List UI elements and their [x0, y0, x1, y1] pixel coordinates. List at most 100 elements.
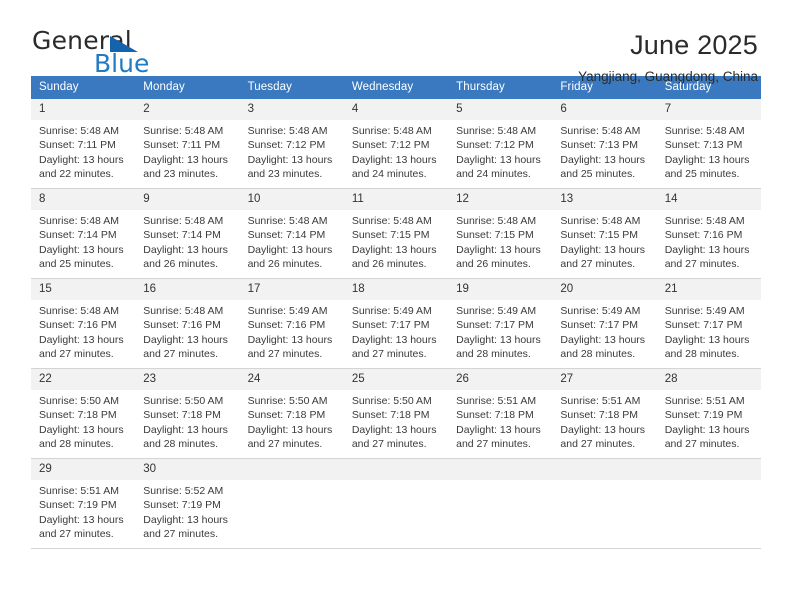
- day-number: 23: [135, 369, 240, 391]
- sunrise-time: Sunrise: 5:48 AM: [143, 125, 224, 138]
- daylight-duration-line-1: Daylight: 13 hours: [247, 243, 333, 256]
- daylight-duration-line-2: and 27 minutes.: [143, 527, 218, 540]
- weekday-header-monday: Monday: [135, 76, 240, 99]
- sunrise-time: Sunrise: 5:49 AM: [247, 305, 328, 318]
- sunrise-time: Sunrise: 5:49 AM: [664, 305, 745, 318]
- weekday-header-thursday: Thursday: [448, 76, 553, 99]
- sunset-time: Sunset: 7:14 PM: [247, 229, 326, 242]
- calendar-day-cell[interactable]: 19 Sunrise: 5:49 AM Sunset: 7:17 PM Dayligh…: [448, 278, 553, 369]
- day-number: 19: [448, 279, 553, 301]
- sunset-time: Sunset: 7:16 PM: [143, 319, 221, 332]
- calendar-day-cell[interactable]: 1 Sunrise: 5:48 AM Sunset: 7:11 PM Daylight…: [31, 98, 136, 189]
- daylight-duration-line-1: Daylight: 13 hours: [560, 333, 646, 346]
- calendar-day-cell[interactable]: 6 Sunrise: 5:48 AM Sunset: 7:13 PM Daylight…: [552, 98, 657, 189]
- day-details: Sunrise: 5:48 AM Sunset: 7:12 PM Daylight:…: [448, 120, 552, 181]
- calendar-day-cell[interactable]: 29 Sunrise: 5:51 AM Sunset: 7:19 PM Dayligh…: [31, 458, 136, 549]
- sunset-time: Sunset: 7:16 PM: [247, 319, 326, 332]
- page-title: June 2025: [630, 30, 758, 60]
- daylight-duration-line-1: Daylight: 13 hours: [456, 153, 541, 166]
- daylight-duration-line-2: and 27 minutes.: [247, 437, 323, 450]
- day-number: 16: [135, 279, 240, 301]
- sunset-time: Sunset: 7:11 PM: [143, 139, 221, 152]
- sunset-time: Sunset: 7:18 PM: [560, 409, 639, 422]
- day-details: Sunrise: 5:51 AM Sunset: 7:18 PM Daylight:…: [552, 390, 656, 451]
- day-details: Sunrise: 5:48 AM Sunset: 7:13 PM Daylight:…: [657, 120, 761, 181]
- calendar-week-row: 8 Sunrise: 5:48 AM Sunset: 7:14 PM Daylight…: [31, 188, 761, 279]
- calendar-day-cell[interactable]: 25 Sunrise: 5:50 AM Sunset: 7:18 PM Dayligh…: [343, 368, 449, 459]
- calendar-day-cell[interactable]: 5 Sunrise: 5:48 AM Sunset: 7:12 PM Daylight…: [448, 98, 553, 189]
- day-details: Sunrise: 5:51 AM Sunset: 7:19 PM Daylight:…: [31, 480, 135, 541]
- sunrise-time: Sunrise: 5:50 AM: [351, 395, 432, 408]
- day-details: Sunrise: 5:49 AM Sunset: 7:17 PM Daylight:…: [657, 300, 761, 361]
- day-number: [239, 459, 344, 481]
- daylight-duration-line-1: Daylight: 13 hours: [39, 153, 124, 166]
- daylight-duration-line-2: and 28 minutes.: [664, 347, 740, 360]
- sunrise-time: Sunrise: 5:50 AM: [39, 395, 119, 408]
- calendar-day-cell[interactable]: 23 Sunrise: 5:50 AM Sunset: 7:18 PM Dayligh…: [135, 368, 240, 459]
- daylight-duration-line-1: Daylight: 13 hours: [664, 153, 750, 166]
- calendar-day-cell[interactable]: 20 Sunrise: 5:49 AM Sunset: 7:17 PM Dayligh…: [552, 278, 657, 369]
- day-number: 15: [31, 279, 136, 301]
- day-number: 5: [448, 99, 553, 121]
- sunset-time: Sunset: 7:12 PM: [247, 139, 326, 152]
- day-number: 18: [343, 279, 449, 301]
- daylight-duration-line-1: Daylight: 13 hours: [39, 423, 124, 436]
- calendar-week-row: 22 Sunrise: 5:50 AM Sunset: 7:18 PM Dayligh…: [31, 368, 761, 459]
- daylight-duration-line-2: and 23 minutes.: [247, 167, 323, 180]
- calendar-day-cell[interactable]: 16 Sunrise: 5:48 AM Sunset: 7:16 PM Dayligh…: [135, 278, 240, 369]
- calendar-day-cell[interactable]: 14 Sunrise: 5:48 AM Sunset: 7:16 PM Dayligh…: [656, 188, 761, 279]
- daylight-duration-line-1: Daylight: 13 hours: [456, 243, 541, 256]
- sunrise-time: Sunrise: 5:48 AM: [247, 125, 328, 138]
- calendar-day-cell[interactable]: 15 Sunrise: 5:48 AM Sunset: 7:16 PM Dayligh…: [31, 278, 136, 369]
- sunset-time: Sunset: 7:12 PM: [456, 139, 534, 152]
- daylight-duration-line-1: Daylight: 13 hours: [456, 423, 541, 436]
- weekday-header-wednesday: Wednesday: [343, 76, 449, 99]
- calendar-day-cell[interactable]: 3 Sunrise: 5:48 AM Sunset: 7:12 PM Daylight…: [239, 98, 344, 189]
- calendar-day-cell[interactable]: 12 Sunrise: 5:48 AM Sunset: 7:15 PM Dayligh…: [448, 188, 553, 279]
- calendar-day-cell[interactable]: 10 Sunrise: 5:48 AM Sunset: 7:14 PM Dayligh…: [239, 188, 344, 279]
- day-number: 14: [656, 189, 761, 211]
- day-details: Sunrise: 5:48 AM Sunset: 7:15 PM Daylight:…: [344, 210, 448, 271]
- sunrise-time: Sunrise: 5:48 AM: [39, 305, 119, 318]
- sunset-time: Sunset: 7:18 PM: [39, 409, 117, 422]
- day-details: Sunrise: 5:48 AM Sunset: 7:12 PM Daylight:…: [344, 120, 448, 181]
- calendar-day-cell[interactable]: 9 Sunrise: 5:48 AM Sunset: 7:14 PM Daylight…: [135, 188, 240, 279]
- calendar-day-cell[interactable]: 26 Sunrise: 5:51 AM Sunset: 7:18 PM Dayligh…: [448, 368, 553, 459]
- sunset-time: Sunset: 7:18 PM: [247, 409, 326, 422]
- calendar-day-cell[interactable]: 27 Sunrise: 5:51 AM Sunset: 7:18 PM Dayligh…: [552, 368, 657, 459]
- sunrise-time: Sunrise: 5:48 AM: [351, 125, 432, 138]
- calendar-day-cell[interactable]: 28 Sunrise: 5:51 AM Sunset: 7:19 PM Dayligh…: [656, 368, 761, 459]
- calendar-day-cell-empty: [552, 458, 657, 549]
- sunset-time: Sunset: 7:12 PM: [351, 139, 430, 152]
- calendar-day-cell[interactable]: 17 Sunrise: 5:49 AM Sunset: 7:16 PM Dayligh…: [239, 278, 344, 369]
- calendar-day-cell[interactable]: 7 Sunrise: 5:48 AM Sunset: 7:13 PM Daylight…: [656, 98, 761, 189]
- calendar-day-cell[interactable]: 30 Sunrise: 5:52 AM Sunset: 7:19 PM Dayligh…: [135, 458, 240, 549]
- calendar-day-cell[interactable]: 11 Sunrise: 5:48 AM Sunset: 7:15 PM Dayligh…: [343, 188, 449, 279]
- daylight-duration-line-2: and 27 minutes.: [351, 347, 427, 360]
- sunset-time: Sunset: 7:19 PM: [664, 409, 743, 422]
- day-number: 27: [552, 369, 657, 391]
- calendar-day-cell[interactable]: 18 Sunrise: 5:49 AM Sunset: 7:17 PM Dayligh…: [343, 278, 449, 369]
- daylight-duration-line-2: and 25 minutes.: [39, 257, 114, 270]
- day-details: Sunrise: 5:48 AM Sunset: 7:16 PM Daylight:…: [31, 300, 135, 361]
- day-number: 21: [656, 279, 761, 301]
- calendar-day-cell[interactable]: 21 Sunrise: 5:49 AM Sunset: 7:17 PM Dayligh…: [656, 278, 761, 369]
- calendar-day-cell[interactable]: 24 Sunrise: 5:50 AM Sunset: 7:18 PM Dayligh…: [239, 368, 344, 459]
- general-blue-logo[interactable]: General Blue: [32, 28, 182, 78]
- sunset-time: Sunset: 7:18 PM: [351, 409, 430, 422]
- calendar-day-cell[interactable]: 22 Sunrise: 5:50 AM Sunset: 7:18 PM Dayligh…: [31, 368, 136, 459]
- daylight-duration-line-2: and 27 minutes.: [39, 527, 114, 540]
- sunset-time: Sunset: 7:17 PM: [560, 319, 639, 332]
- daylight-duration-line-2: and 27 minutes.: [456, 437, 531, 450]
- calendar-day-cell[interactable]: 13 Sunrise: 5:48 AM Sunset: 7:15 PM Dayligh…: [552, 188, 657, 279]
- daylight-duration-line-1: Daylight: 13 hours: [143, 153, 228, 166]
- calendar-day-cell[interactable]: 8 Sunrise: 5:48 AM Sunset: 7:14 PM Daylight…: [31, 188, 136, 279]
- daylight-duration-line-2: and 27 minutes.: [560, 437, 636, 450]
- calendar-day-cell[interactable]: 4 Sunrise: 5:48 AM Sunset: 7:12 PM Daylight…: [343, 98, 449, 189]
- calendar-day-cell[interactable]: 2 Sunrise: 5:48 AM Sunset: 7:11 PM Daylight…: [135, 98, 240, 189]
- sunrise-time: Sunrise: 5:51 AM: [664, 395, 745, 408]
- day-number: 17: [239, 279, 344, 301]
- day-details: Sunrise: 5:49 AM Sunset: 7:16 PM Daylight:…: [240, 300, 344, 361]
- day-details: Sunrise: 5:50 AM Sunset: 7:18 PM Daylight:…: [240, 390, 344, 451]
- sunrise-time: Sunrise: 5:48 AM: [664, 125, 745, 138]
